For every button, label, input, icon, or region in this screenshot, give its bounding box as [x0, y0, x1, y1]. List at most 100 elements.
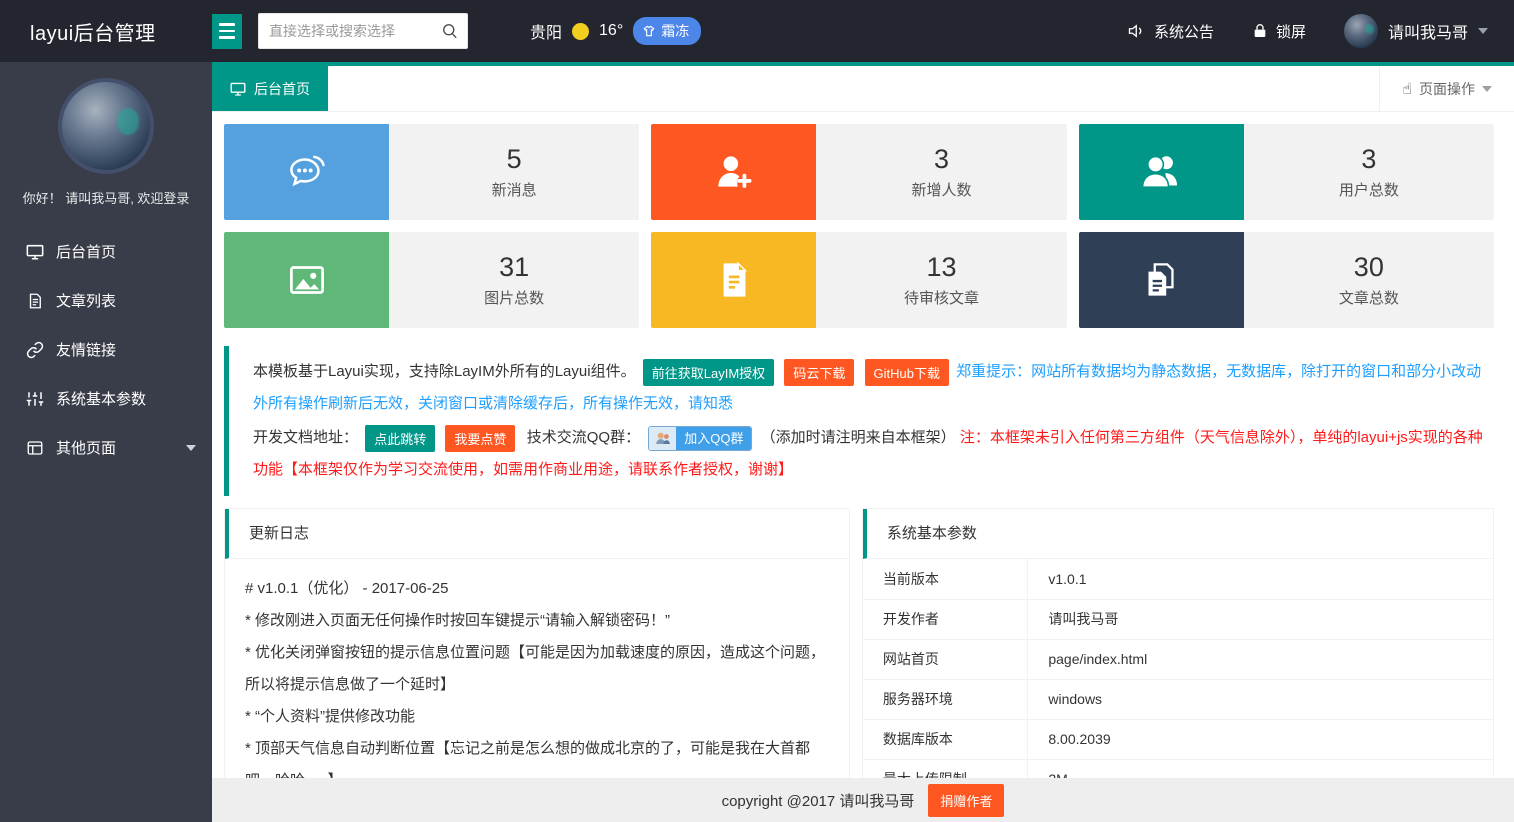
stat-info: 13 待审核文章 [816, 232, 1066, 328]
sysparams-panel: 系统基本参数 当前版本 v1.0.1 开发作者 请叫我马哥 [862, 508, 1494, 778]
sidebar-item-links[interactable]: 友情链接 [0, 325, 212, 374]
sidebar-item-home[interactable]: 后台首页 [0, 227, 212, 276]
qq-group-label: 技术交流QQ群： [527, 429, 640, 446]
qq-note: （添加时请注明来自本框架） [761, 429, 956, 446]
sidebar-item-label: 后台首页 [56, 241, 116, 262]
sidebar-item-other-pages[interactable]: 其他页面 [0, 423, 212, 472]
sidebar-item-sysparams[interactable]: 系统基本参数 [0, 374, 212, 423]
hand-pointer-icon: ☝ [1402, 79, 1412, 98]
panels-row: 更新日志 # v1.0.1（优化） - 2017-06-25 * 修改刚进入页面… [224, 508, 1494, 778]
param-label: 开发作者 [863, 599, 1028, 639]
table-row: 网站首页 page/index.html [863, 639, 1493, 679]
weather-city: 贵阳 [530, 19, 562, 43]
search-box [258, 13, 468, 49]
layim-auth-button[interactable]: 前往获取LayIM授权 [643, 359, 774, 386]
stat-value: 31 [499, 252, 529, 283]
stat-card-new-users[interactable]: 3 新增人数 [651, 124, 1066, 220]
speaker-icon [1128, 22, 1146, 40]
chevron-down-icon [1482, 86, 1492, 92]
stat-value: 3 [1361, 144, 1376, 175]
stat-info: 30 文章总数 [1244, 232, 1494, 328]
file-icon [651, 232, 816, 328]
docs-label: 开发文档地址： [253, 429, 358, 446]
changelog-panel: 更新日志 # v1.0.1（优化） - 2017-06-25 * 修改刚进入页面… [224, 508, 850, 778]
app-logo: layui后台管理 [0, 17, 212, 46]
table-row: 数据库版本 8.00.2039 [863, 719, 1493, 759]
param-label: 网站首页 [863, 639, 1028, 679]
changelog-body[interactable]: # v1.0.1（优化） - 2017-06-25 * 修改刚进入页面无任何操作… [225, 559, 849, 778]
lock-icon [1252, 23, 1268, 39]
lock-screen-button[interactable]: 锁屏 [1252, 21, 1306, 42]
copyright-text: copyright @2017 请叫我马哥 [722, 790, 915, 811]
gitee-download-button[interactable]: 码云下载 [784, 359, 854, 386]
main-area: 后台首页 ☝ 页面操作 5 新消息 [212, 62, 1514, 822]
notice-line-2: 开发文档地址： 点此跳转 我要点赞 技术交流QQ群： 加入QQ群 （添加时请注明… [253, 422, 1484, 486]
param-value: 2M [1028, 759, 1493, 778]
weather-badge[interactable]: 霜冻 [633, 17, 701, 45]
sidebar-nav: 后台首页 文章列表 友情链接 系统基本参数 其他页面 [0, 227, 212, 472]
stat-cards: 5 新消息 3 新增人数 [224, 124, 1494, 328]
sidebar-item-label: 友情链接 [56, 339, 116, 360]
lock-label: 锁屏 [1276, 21, 1306, 42]
table-row: 最大上传限制 2M [863, 759, 1493, 778]
changelog-title: 更新日志 [225, 509, 849, 559]
stat-info: 3 新增人数 [816, 124, 1066, 220]
weather-temp: 16° [599, 22, 623, 40]
stat-label: 新增人数 [911, 179, 971, 200]
notice-line-1: 本模板基于Layui实现，支持除LayIM外所有的Layui组件。 前往获取La… [253, 356, 1484, 420]
tab-home[interactable]: 后台首页 [212, 66, 328, 111]
sysparams-table: 当前版本 v1.0.1 开发作者 请叫我马哥 网站首页 page/index.h… [863, 559, 1493, 778]
chat-icon [224, 124, 389, 220]
stat-card-messages[interactable]: 5 新消息 [224, 124, 639, 220]
username: 请叫我马哥 [1388, 19, 1468, 43]
stat-value: 13 [926, 252, 956, 283]
param-value: 8.00.2039 [1028, 719, 1493, 759]
stat-card-total-articles[interactable]: 30 文章总数 [1079, 232, 1494, 328]
avatar-large[interactable] [58, 78, 154, 174]
stat-label: 新消息 [492, 179, 537, 200]
table-row: 当前版本 v1.0.1 [863, 559, 1493, 599]
stat-card-images[interactable]: 31 图片总数 [224, 232, 639, 328]
github-download-button[interactable]: GitHub下载 [865, 359, 949, 386]
tab-bar: 后台首页 ☝ 页面操作 [212, 66, 1514, 112]
changelog-line: # v1.0.1（优化） - 2017-06-25 [245, 573, 829, 605]
menu-toggle-button[interactable] [212, 14, 242, 49]
join-qq-label: 加入QQ群 [676, 426, 751, 451]
user-add-icon [651, 124, 816, 220]
sysparams-title: 系统基本参数 [863, 509, 1493, 559]
sidebar-item-articles[interactable]: 文章列表 [0, 276, 212, 325]
page-actions-label: 页面操作 [1419, 79, 1475, 99]
stat-card-pending-articles[interactable]: 13 待审核文章 [651, 232, 1066, 328]
announcement-button[interactable]: 系统公告 [1128, 21, 1214, 42]
chevron-down-icon [186, 445, 196, 451]
content-area: 5 新消息 3 新增人数 [212, 112, 1514, 778]
stat-info: 5 新消息 [389, 124, 639, 220]
stat-label: 图片总数 [484, 287, 544, 308]
stat-label: 用户总数 [1339, 179, 1399, 200]
changelog-line: * 顶部天气信息自动判断位置【忘记之前是怎么想的做成北京的了，可能是我在大首都吧… [245, 733, 829, 778]
user-menu[interactable]: 请叫我马哥 [1344, 14, 1488, 48]
param-value: page/index.html [1028, 639, 1493, 679]
stat-value: 3 [934, 144, 949, 175]
join-qq-button[interactable]: 加入QQ群 [648, 426, 752, 451]
search-icon[interactable] [440, 21, 460, 41]
sidebar-item-label: 系统基本参数 [56, 388, 146, 409]
avatar [1344, 14, 1378, 48]
users-icon [1079, 124, 1244, 220]
announcement-label: 系统公告 [1154, 21, 1214, 42]
page-actions-dropdown[interactable]: ☝ 页面操作 [1379, 66, 1514, 111]
qq-avatar-icon [649, 426, 676, 451]
top-header: layui后台管理 贵阳 16° 霜冻 系统公告 锁屏 请叫我马哥 [0, 0, 1514, 62]
settings-icon [26, 390, 44, 408]
param-label: 当前版本 [863, 559, 1028, 599]
donate-button[interactable]: 捐赠作者 [928, 784, 1004, 817]
like-button[interactable]: 我要点赞 [445, 425, 515, 452]
stat-label: 待审核文章 [904, 287, 979, 308]
stat-card-total-users[interactable]: 3 用户总数 [1079, 124, 1494, 220]
search-input[interactable] [258, 13, 468, 49]
weather-widget: 贵阳 16° 霜冻 [530, 17, 701, 45]
stat-info: 31 图片总数 [389, 232, 639, 328]
param-value: v1.0.1 [1028, 559, 1493, 599]
chevron-down-icon [1478, 28, 1488, 34]
docs-jump-button[interactable]: 点此跳转 [365, 425, 435, 452]
